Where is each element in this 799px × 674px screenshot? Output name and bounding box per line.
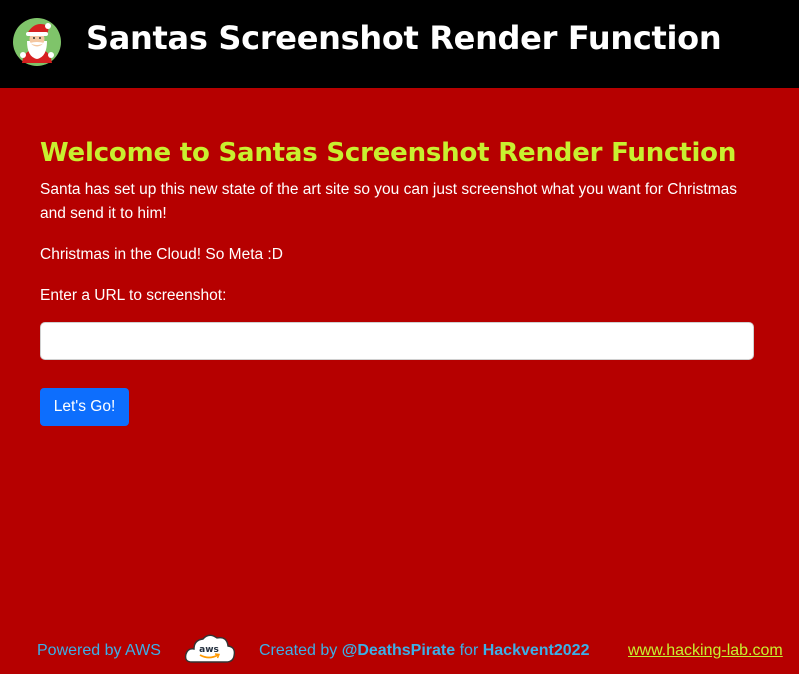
powered-by-text: Powered by AWS [37,642,161,659]
lets-go-button[interactable]: Let's Go! [40,388,129,426]
aws-cloud-icon: aws [184,634,236,663]
author-link[interactable]: @DeathsPirate [342,642,455,659]
welcome-heading: Welcome to Santas Screenshot Render Func… [40,138,737,168]
intro-text: Santa has set up this new state of the a… [40,181,737,222]
credits-text: Created by @DeathsPirate for Hackvent202… [259,642,589,660]
event-link[interactable]: Hackvent2022 [483,642,590,659]
main-content: Welcome to Santas Screenshot Render Func… [40,138,755,426]
site-title: Santas Screenshot Render Function [86,19,722,57]
santa-avatar-icon [13,18,61,66]
url-input[interactable] [40,322,754,360]
for-label: for [459,642,479,659]
hacking-lab-link[interactable]: www.hacking-lab.com [628,642,783,660]
tagline-text: Christmas in the Cloud! So Meta :D [40,246,283,263]
site-header: Santas Screenshot Render Function [0,0,799,88]
site-footer: Powered by AWS aws Created by @DeathsPir… [0,630,799,674]
created-by-label: Created by [259,642,338,659]
url-label: Enter a URL to screenshot: [40,287,227,304]
